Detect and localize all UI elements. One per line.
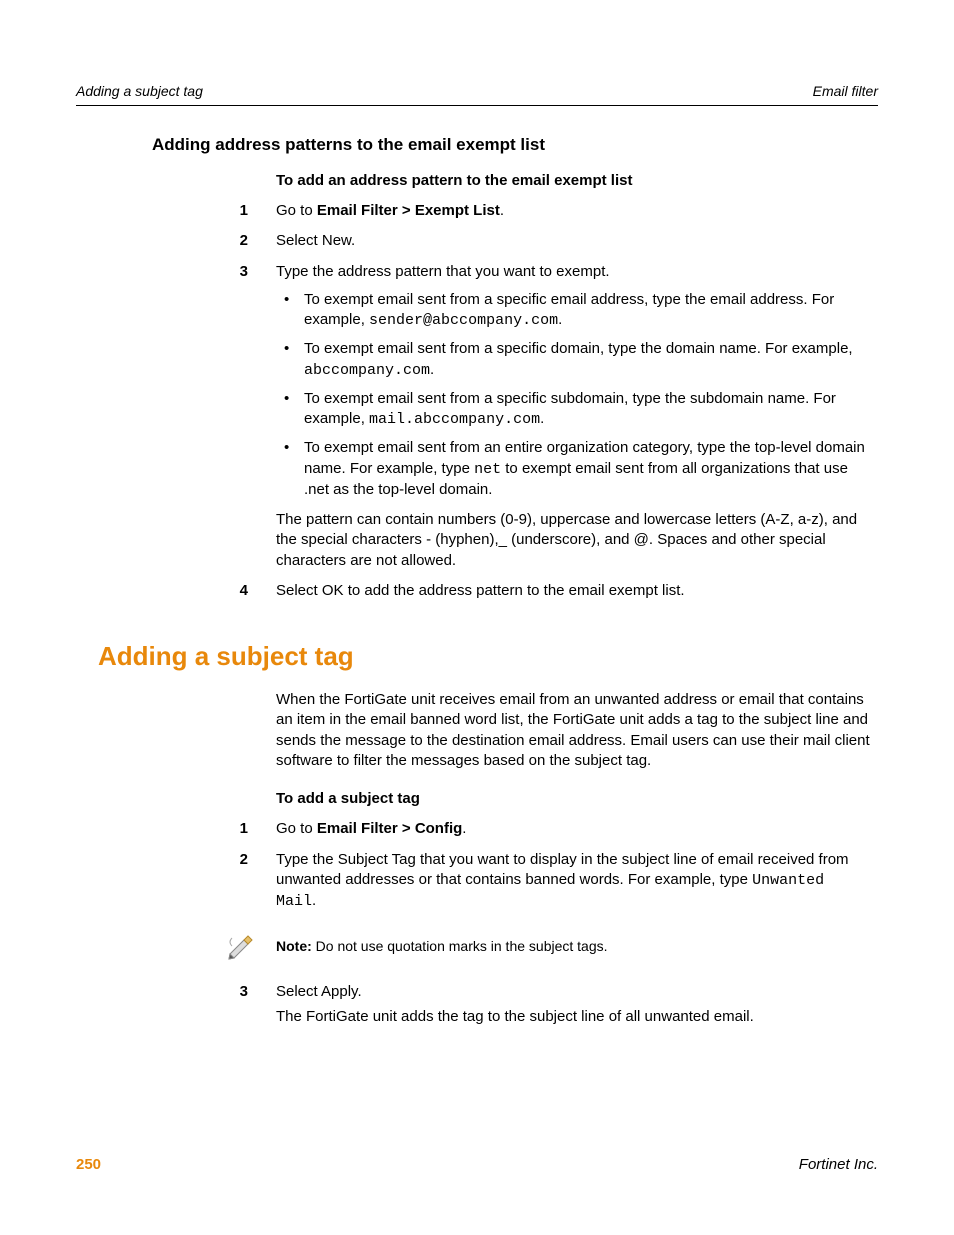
step-1-1: 1 Go to Email Filter > Exempt List.	[76, 201, 878, 221]
text: .	[558, 311, 562, 328]
step-number: 1	[76, 819, 276, 839]
page-header: Adding a subject tag Email filter	[76, 82, 878, 101]
bullet-item: • To exempt email sent from a specific d…	[276, 339, 870, 381]
intro-paragraph: When the FortiGate unit receives email f…	[276, 690, 878, 771]
step-body: Select New.	[276, 231, 878, 251]
bullet-body: To exempt email sent from an entire orga…	[304, 438, 870, 500]
step-body: Go to Email Filter > Config.	[276, 819, 878, 839]
section-heading-address-patterns: Adding address patterns to the email exe…	[152, 134, 878, 157]
text: The FortiGate unit adds the tag to the s…	[276, 1007, 870, 1027]
text: The pattern can contain numbers (0-9), u…	[276, 510, 870, 571]
text: .	[430, 361, 434, 378]
text: Type the address pattern that you want t…	[276, 262, 870, 282]
step-number: 3	[76, 262, 276, 571]
step-number: 3	[76, 982, 276, 1027]
step-number: 2	[76, 231, 276, 251]
step-body: Type the address pattern that you want t…	[276, 262, 878, 571]
step-body: Go to Email Filter > Exempt List.	[276, 201, 878, 221]
note-text: Do not use quotation marks in the subjec…	[312, 938, 608, 954]
bullet-item: • To exempt email sent from an entire or…	[276, 438, 870, 500]
header-right: Email filter	[813, 82, 878, 101]
step-number: 4	[76, 581, 276, 601]
bullet-dot: •	[276, 339, 304, 381]
step-2-3: 3 Select Apply. The FortiGate unit adds …	[76, 982, 878, 1027]
text: Select Apply.	[276, 982, 870, 1002]
step-2-2: 2 Type the Subject Tag that you want to …	[76, 850, 878, 913]
step-body: Select OK to add the address pattern to …	[276, 581, 878, 601]
step-number: 1	[76, 201, 276, 221]
note-icon	[224, 928, 260, 964]
header-left: Adding a subject tag	[76, 82, 203, 101]
menu-path: Email Filter > Exempt List	[317, 202, 500, 219]
page-number: 250	[76, 1155, 101, 1175]
text: .	[462, 820, 466, 837]
note-icon-cell	[76, 928, 276, 964]
bullet-body: To exempt email sent from a specific sub…	[304, 389, 870, 431]
section-heading-subject-tag: Adding a subject tag	[98, 639, 878, 674]
page-footer: 250 Fortinet Inc.	[76, 1155, 878, 1175]
step-2-1: 1 Go to Email Filter > Config.	[76, 819, 878, 839]
code-text: abccompany.com	[304, 362, 430, 379]
text: To exempt email sent from a specific dom…	[304, 340, 853, 357]
menu-path: Email Filter > Config	[317, 820, 462, 837]
bullet-body: To exempt email sent from a specific ema…	[304, 290, 870, 332]
code-text: net	[474, 461, 501, 478]
step-1-2: 2 Select New.	[76, 231, 878, 251]
step-body: Select Apply. The FortiGate unit adds th…	[276, 982, 878, 1027]
step-body: Type the Subject Tag that you want to di…	[276, 850, 878, 913]
bullet-item: • To exempt email sent from a specific e…	[276, 290, 870, 332]
note-row: Note: Do not use quotation marks in the …	[76, 928, 878, 964]
text: Go to	[276, 820, 317, 837]
step-number: 2	[76, 850, 276, 913]
bullet-item: • To exempt email sent from a specific s…	[276, 389, 870, 431]
text: .	[500, 202, 504, 219]
step-1-4: 4 Select OK to add the address pattern t…	[76, 581, 878, 601]
note-body: Note: Do not use quotation marks in the …	[276, 937, 878, 956]
header-rule	[76, 105, 878, 106]
footer-company: Fortinet Inc.	[799, 1155, 878, 1175]
code-text: sender@abccompany.com	[369, 312, 558, 329]
bullet-dot: •	[276, 438, 304, 500]
procedure-title-2: To add a subject tag	[276, 789, 878, 809]
bullet-dot: •	[276, 290, 304, 332]
text: .	[540, 410, 544, 427]
text: Go to	[276, 202, 317, 219]
note-label: Note:	[276, 938, 312, 954]
procedure-title-1: To add an address pattern to the email e…	[276, 171, 878, 191]
code-text: mail.abccompany.com	[369, 411, 540, 428]
bullet-body: To exempt email sent from a specific dom…	[304, 339, 870, 381]
bullet-dot: •	[276, 389, 304, 431]
text: .	[312, 892, 316, 909]
step-1-3: 3 Type the address pattern that you want…	[76, 262, 878, 571]
